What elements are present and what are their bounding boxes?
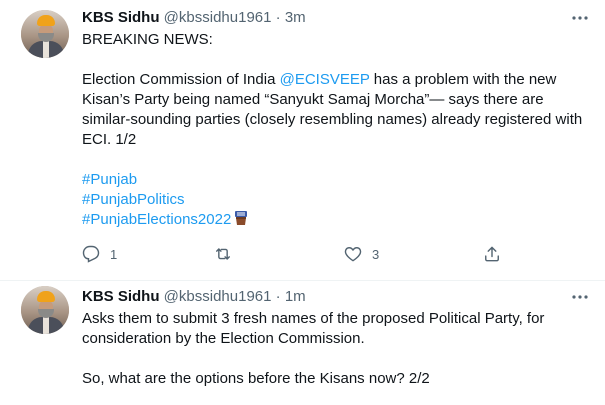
like-count: 3 <box>372 246 380 262</box>
text-line: So, what are the options before the Kisa… <box>82 369 587 389</box>
like-button[interactable]: 3 <box>343 242 379 266</box>
timestamp[interactable]: 3m <box>285 9 306 26</box>
text-line: Kisan’s Party being named “Sanyukt Samaj… <box>82 90 587 110</box>
text-segment: consideration by the Election Commission… <box>82 330 365 347</box>
timestamp[interactable]: 1m <box>285 288 306 305</box>
hashtag-link[interactable]: #PunjabElections2022 <box>82 211 231 228</box>
reply-button[interactable]: 1 <box>81 242 117 266</box>
text-line: similar-sounding parties (closely resemb… <box>82 110 587 130</box>
share-button[interactable] <box>482 242 502 266</box>
tweet-header: KBS Sidhu @kbssidhu1961 · 1m <box>82 287 306 307</box>
retweet-icon <box>216 248 230 260</box>
tweet-actions-partial <box>84 399 504 405</box>
hashtag-link[interactable]: #Punjab <box>82 171 137 188</box>
text-segment: ECI. 1/2 <box>82 131 137 148</box>
text-line: Election Commission of India @ECISVEEP h… <box>82 70 587 90</box>
avatar[interactable] <box>21 286 69 334</box>
tweet-text: BREAKING NEWS: Election Commission of Ind… <box>82 30 587 230</box>
text-segment: has a problem with the new <box>369 71 557 88</box>
author-name[interactable]: KBS Sidhu <box>82 288 160 305</box>
text-line: Asks them to submit 3 fresh names of the… <box>82 309 587 329</box>
separator-dot: · <box>275 9 281 26</box>
more-options-icon[interactable] <box>569 8 591 28</box>
separator-dot: · <box>275 288 281 305</box>
text-segment: So, what are the options before the Kisa… <box>82 370 430 387</box>
retweet-button[interactable] <box>213 242 242 266</box>
text-segment: Election Commission of India <box>82 71 280 88</box>
author-name[interactable]: KBS Sidhu <box>82 9 160 26</box>
text-line: #PunjabPolitics <box>82 190 587 210</box>
text-line: ECI. 1/2 <box>82 130 587 150</box>
text-segment: Asks them to submit 3 fresh names of the… <box>82 310 545 327</box>
tweet-actions: 1 3 <box>77 242 557 266</box>
heart-icon <box>344 247 362 262</box>
text-line: #PunjabElections2022 <box>82 210 587 230</box>
text-segment: BREAKING NEWS: <box>82 31 213 48</box>
share-icon <box>485 246 499 262</box>
ballot-box-icon <box>233 210 249 232</box>
author-handle[interactable]: @kbssidhu1961 <box>164 9 272 26</box>
tweet-header: KBS Sidhu @kbssidhu1961 · 3m <box>82 8 306 28</box>
more-options-icon[interactable] <box>569 287 591 307</box>
tweet-2[interactable]: KBS Sidhu @kbssidhu1961 · 1m Asks them t… <box>0 281 605 404</box>
tweet-1[interactable]: KBS Sidhu @kbssidhu1961 · 3m BREAKING NE… <box>0 0 605 281</box>
text-segment: Kisan’s Party being named “Sanyukt Samaj… <box>82 91 544 108</box>
avatar[interactable] <box>21 10 69 58</box>
tweet-text: Asks them to submit 3 fresh names of the… <box>82 309 587 389</box>
mention-link[interactable]: @ECISVEEP <box>280 71 370 88</box>
reply-count: 1 <box>110 246 118 262</box>
text-segment: similar-sounding parties (closely resemb… <box>82 111 583 128</box>
text-line: #Punjab <box>82 170 587 190</box>
author-handle[interactable]: @kbssidhu1961 <box>164 288 272 305</box>
hashtag-link[interactable]: #PunjabPolitics <box>82 191 185 208</box>
reply-icon <box>82 245 100 263</box>
text-line: consideration by the Election Commission… <box>82 329 587 349</box>
text-line: BREAKING NEWS: <box>82 30 587 50</box>
